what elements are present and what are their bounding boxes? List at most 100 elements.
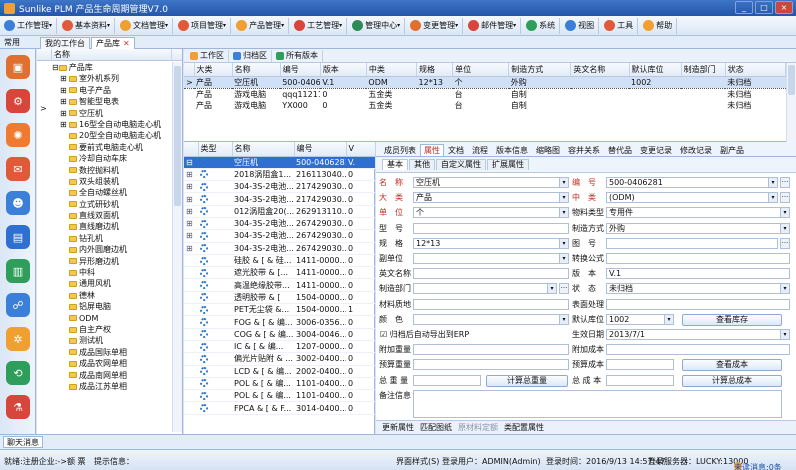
menu-item-9[interactable]: 系统	[524, 17, 561, 34]
user-icon[interactable]: ☻	[6, 191, 30, 215]
field-spec[interactable]: 12*13 ▾	[413, 237, 569, 249]
field-dept[interactable]: ▾	[413, 283, 557, 295]
menu-item-12[interactable]: 帮助	[641, 17, 678, 34]
menu-item-11[interactable]: 工具	[602, 17, 639, 34]
menu-item-0[interactable]: 工作管理 ▾	[2, 17, 58, 34]
browse-button[interactable]: ···	[559, 283, 569, 295]
tree-item[interactable]: ODM	[52, 313, 167, 324]
archive-area-button[interactable]: 归档区	[229, 49, 272, 62]
column-header[interactable]: 大类	[194, 63, 233, 77]
bom-row[interactable]: POL & [ & 编... 1101-0400... 0	[184, 377, 375, 391]
dropdown-arrow-icon[interactable]: ▾	[559, 254, 568, 263]
bom-column-header[interactable]: 类型	[198, 142, 233, 157]
bom-row[interactable]: LCD & [ & 编... 2002-0400... 0	[184, 365, 375, 378]
tree-item[interactable]: ⊞ 空压机	[52, 108, 167, 119]
dropdown-arrow-icon[interactable]: ▾	[768, 193, 777, 203]
tab-detail-8[interactable]: 变更记录	[636, 144, 676, 156]
bom-row[interactable]: ⊞ 304-3S-2电池... 267429030... 0	[184, 229, 375, 243]
tab-detail-1[interactable]: 属性	[420, 144, 444, 156]
column-header[interactable]: 英文名称	[570, 63, 630, 77]
field-major[interactable]: 产品 ▾	[413, 192, 569, 204]
tree-item[interactable]: 测试机	[52, 335, 167, 346]
column-header[interactable]: 版本	[320, 63, 367, 77]
bom-row[interactable]: ⊞ 2018涡阻盒1... 216113040... 0	[184, 168, 375, 182]
tree-item[interactable]: 成品江苏单相	[52, 381, 167, 392]
dropdown-arrow-icon[interactable]: ▾	[780, 330, 789, 339]
browse-button[interactable]: ···	[780, 177, 790, 188]
field-unit[interactable]: 个 ▾	[413, 207, 569, 219]
tree-item[interactable]: 20型全自动电脑走心机	[52, 130, 167, 141]
dropdown-arrow-icon[interactable]: ▾	[559, 178, 568, 187]
dropdown-arrow-icon[interactable]: ▾	[559, 314, 568, 324]
minimize-button[interactable]: _	[735, 1, 753, 14]
table-row[interactable]: >产品空压机500-0406281V.1ODM12*13个外购 1002 未归档	[184, 75, 786, 89]
tree-item[interactable]: 直线双面机	[52, 210, 167, 221]
field-material[interactable]	[413, 298, 569, 310]
dropdown-arrow-icon[interactable]: ▾	[780, 208, 789, 218]
bom-row[interactable]: 偏光片贴附 & ... 3002-0400... 0	[184, 352, 375, 366]
tree-item[interactable]: 直线磨边机	[52, 221, 167, 232]
field-matclass[interactable]: 专用件 ▾	[606, 207, 790, 219]
dropdown-arrow-icon[interactable]: ▾	[559, 238, 568, 248]
tab-detail-10[interactable]: 副产品	[716, 144, 748, 156]
tree-item[interactable]: 中科	[52, 267, 167, 278]
tree-item[interactable]: 内外圆磨边机	[52, 244, 167, 255]
column-header[interactable]: 编号	[280, 63, 321, 77]
dropdown-arrow-icon[interactable]: ▾	[559, 208, 568, 218]
tab-detail-5[interactable]: 缩略图	[532, 144, 564, 156]
tab-detail-2[interactable]: 文档	[444, 144, 468, 156]
dropdown-arrow-icon[interactable]: ▾	[559, 193, 568, 203]
tab-detail-7[interactable]: 替代品	[604, 144, 636, 156]
dropdown-arrow-icon[interactable]: ▾	[780, 284, 789, 294]
tree-item[interactable]: 自主产权	[52, 324, 167, 335]
column-header[interactable]: 制造方式	[508, 63, 572, 77]
tree-item[interactable]: 成品国际单相	[52, 347, 167, 358]
tree-item[interactable]: 异形磨边机	[52, 256, 167, 267]
field-note[interactable]	[413, 389, 782, 418]
dropdown-arrow-icon[interactable]: ▾	[547, 284, 556, 294]
field-color[interactable]: ▾	[413, 313, 569, 325]
field-status[interactable]: 未归档 ▾	[606, 283, 790, 295]
match-drawings-button[interactable]: 匹配图纸	[420, 422, 452, 433]
close-button[interactable]: ×	[775, 1, 793, 14]
cogs-icon[interactable]: ✲	[6, 327, 30, 351]
bom-row[interactable]: ⊞ 012涡阻盒20(... 262913110... 0	[184, 205, 375, 218]
field-surface[interactable]	[606, 298, 790, 310]
browse-button[interactable]: ···	[780, 192, 790, 204]
column-header[interactable]: 中类	[366, 63, 418, 77]
dropdown-arrow-icon[interactable]: ▾	[780, 223, 789, 233]
tab-form-0[interactable]: 基本	[382, 159, 408, 170]
flow-icon[interactable]: ⟲	[6, 361, 30, 385]
menu-item-6[interactable]: 管理中心 ▾	[350, 17, 406, 34]
table-row[interactable]: 产品 游戏电脑 qqq11211 0 五金类 台 自制 未归档	[184, 88, 786, 100]
button-view_cost_btn[interactable]: 查看成本	[682, 359, 782, 372]
bom-row[interactable]: FOG & [ & 编... 3006-0356... 0	[184, 315, 375, 329]
tree-item[interactable]: 德林	[52, 290, 167, 301]
all-versions-button[interactable]: 所有版本	[272, 49, 323, 62]
column-header[interactable]: 单位	[452, 63, 510, 77]
menu-item-5[interactable]: 工艺管理 ▾	[292, 17, 348, 34]
tab-product-library[interactable]: 产品库 ✕	[91, 37, 135, 49]
bom-row[interactable]: PET无尘袋 &... 1504-0000... 1	[184, 303, 375, 317]
field-estweight[interactable]	[413, 359, 569, 371]
field-model[interactable]	[413, 222, 569, 234]
bom-row[interactable]: FPCA & [ & F... 3014-0400... 0	[184, 401, 375, 415]
tree-item[interactable]: ⊞ 室外机系列	[52, 73, 167, 84]
column-header[interactable]: 默认库位	[629, 63, 682, 77]
field-code[interactable]: 500-0406281 ▾	[606, 177, 778, 188]
settings-icon[interactable]: ✺	[6, 123, 30, 147]
field-mfg[interactable]: 外购 ▾	[606, 222, 790, 234]
field-addweight[interactable]	[413, 344, 569, 356]
button-view_stock_btn[interactable]: 查看库存	[682, 313, 782, 326]
tree-item[interactable]: 通用风机	[52, 278, 167, 289]
tree-item[interactable]: 成品农网单相	[52, 358, 167, 369]
tab-form-1[interactable]: 其他	[409, 159, 435, 170]
report-icon[interactable]: ▤	[6, 225, 30, 249]
bom-column-header[interactable]: V	[346, 142, 376, 157]
bom-row[interactable]: 透明胶带 & [1504-0000... 0	[184, 291, 375, 305]
mail-icon[interactable]: ✉	[6, 157, 30, 181]
box-icon[interactable]: ▣	[6, 55, 30, 79]
table-row[interactable]: 产品 游戏电脑 YX000 0 五金类 台 自制 未归档	[184, 100, 786, 111]
menu-item-1[interactable]: 基本资料 ▾	[60, 17, 116, 34]
menu-item-8[interactable]: 邮件管理 ▾	[466, 17, 522, 34]
